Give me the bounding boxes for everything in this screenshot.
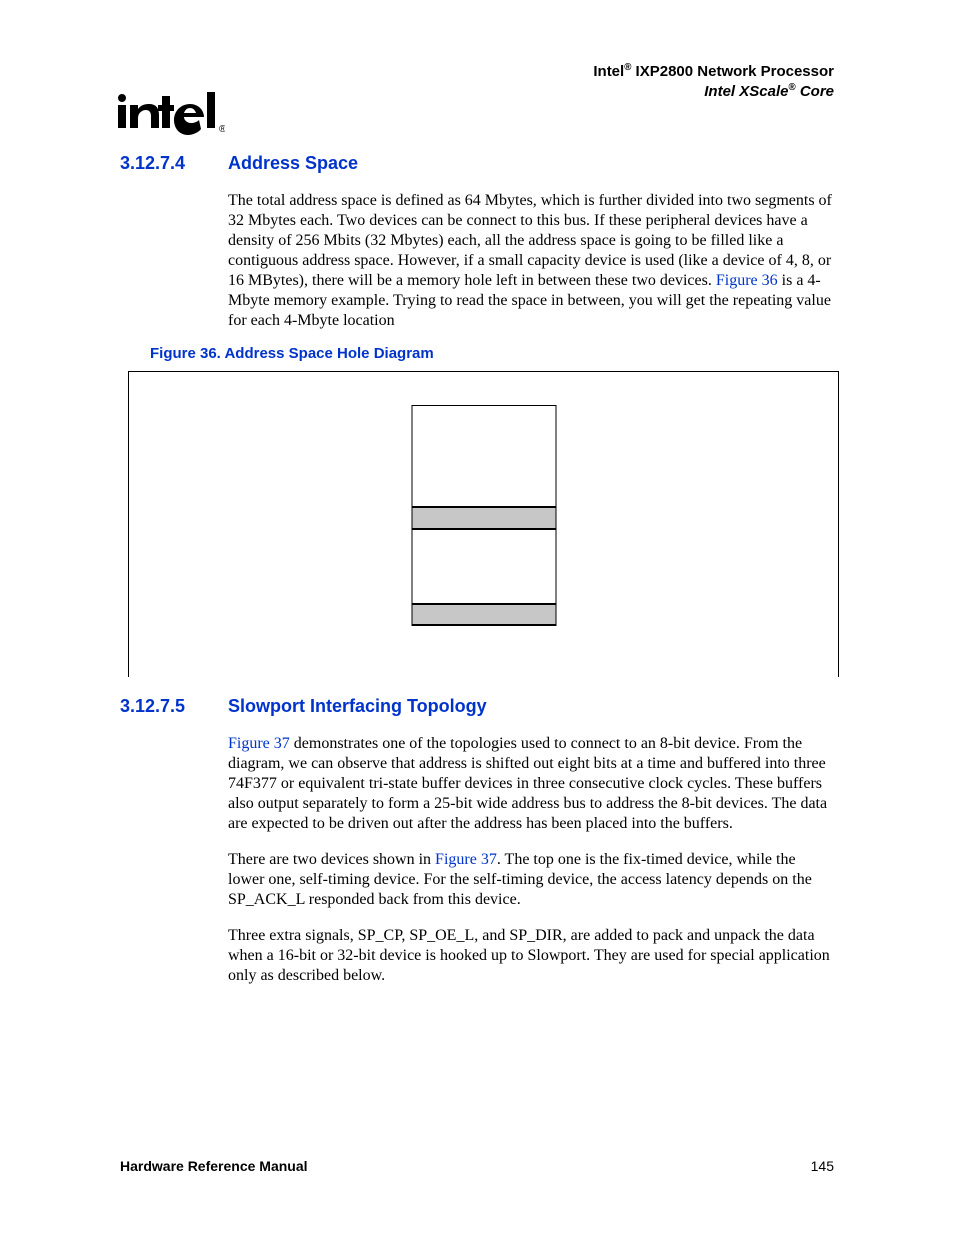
section-title: Slowport Interfacing Topology xyxy=(228,695,487,718)
memory-region-filled-lower xyxy=(411,604,556,626)
figure-caption: Figure 36. Address Space Hole Diagram xyxy=(150,345,834,364)
para-section1-1: The total address space is defined as 64… xyxy=(228,191,834,331)
header-core-rest: Core xyxy=(796,83,834,100)
footer-manual-title: Hardware Reference Manual xyxy=(120,1158,308,1176)
memory-region-filled-upper xyxy=(411,507,556,529)
section-heading-slowport: 3.12.7.5 Slowport Interfacing Topology xyxy=(120,695,834,718)
header-line1: Intel® IXP2800 Network Processor xyxy=(593,62,834,82)
registered-icon: ® xyxy=(788,82,795,93)
running-header: Intel® IXP2800 Network Processor Intel X… xyxy=(593,62,834,102)
header-line2: Intel XScale® Core xyxy=(593,82,834,102)
header-product: IXP2800 Network Processor xyxy=(631,63,834,80)
para-section2-2: There are two devices shown in Figure 37… xyxy=(228,850,834,910)
para-section2-1: Figure 37 demonstrates one of the topolo… xyxy=(228,734,834,834)
memory-diagram xyxy=(411,405,556,626)
section-number: 3.12.7.5 xyxy=(120,695,228,718)
page: Intel® IXP2800 Network Processor Intel X… xyxy=(0,0,954,1235)
para-section2-3: Three extra signals, SP_CP, SP_OE_L, and… xyxy=(228,926,834,986)
section-number: 3.12.7.4 xyxy=(120,152,228,175)
memory-region-empty-upper xyxy=(411,405,556,507)
section-heading-address-space: 3.12.7.4 Address Space xyxy=(120,152,834,175)
figure-ref-link[interactable]: Figure 37 xyxy=(435,851,497,868)
intel-logo-icon: ® xyxy=(115,90,225,146)
figure-ref-link[interactable]: Figure 37 xyxy=(228,735,290,752)
text: There are two devices shown in xyxy=(228,851,435,868)
page-footer: Hardware Reference Manual 145 xyxy=(120,1158,834,1176)
header-core-prefix: Intel XScale xyxy=(704,83,788,100)
section-title: Address Space xyxy=(228,152,358,175)
figure-address-space-hole xyxy=(128,371,839,677)
text: demonstrates one of the topologies used … xyxy=(228,735,827,832)
svg-text:®: ® xyxy=(219,124,225,135)
figure-ref-link[interactable]: Figure 36 xyxy=(716,272,778,289)
header-brand: Intel xyxy=(593,63,624,80)
memory-region-hole xyxy=(411,529,556,604)
page-number: 145 xyxy=(811,1158,834,1176)
